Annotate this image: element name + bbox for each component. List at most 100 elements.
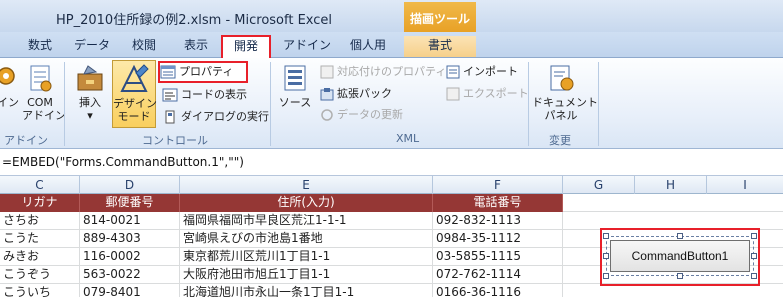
tab-formulas[interactable]: 数式 [22,36,58,57]
document-panel-label-1: ドキュメント [532,96,598,109]
tab-data[interactable]: データ [68,36,116,57]
column-header-i[interactable]: I [707,176,783,194]
design-mode-button[interactable]: デザイン モード [112,60,157,128]
design-mode-icon [120,64,149,92]
refresh-data-label: データの更新 [337,108,403,121]
resize-handle[interactable] [751,253,757,259]
export-button[interactable]: エクスポート [446,85,529,103]
header-cell[interactable]: 郵便番号 [80,194,180,212]
table-cell[interactable]: 03-5855-1115 [433,248,563,266]
table-cell[interactable]: こうた [0,230,80,248]
table-cell[interactable]: さちお [0,212,80,230]
import-icon [446,65,460,79]
addins-button[interactable]: イン [0,62,20,109]
table-cell[interactable]: 大阪府池田市旭丘1丁目1-1 [180,266,433,284]
run-dialog-button[interactable]: ダイアログの実行 [162,108,269,126]
column-header-d[interactable]: D [80,176,180,194]
com-addins-button[interactable]: COM アドイン [22,62,66,122]
modify-group-label: 変更 [549,134,571,147]
group-separator [270,62,271,146]
document-panel-icon [550,65,574,91]
com-addins-icon [30,65,52,92]
table-cell[interactable]: 0166-36-1116 [433,284,563,297]
insert-control-button[interactable]: 挿入 ▾ [70,62,110,122]
tab-format[interactable]: 書式 [404,36,476,57]
expansion-packs-button[interactable]: 拡張パック [320,85,392,103]
resize-handle[interactable] [677,273,683,279]
table-cell[interactable]: こうぞう [0,266,80,284]
addins-label: イン [0,96,19,109]
column-header-f[interactable]: F [433,176,563,194]
properties-icon [160,65,176,79]
view-code-button[interactable]: コードの表示 [162,86,247,104]
resize-handle[interactable] [603,273,609,279]
view-code-icon [162,88,178,102]
insert-label: 挿入 [79,96,101,109]
xml-source-icon [284,65,306,91]
table-cell[interactable]: 092-832-1113 [433,212,563,230]
properties-label: プロパティ [179,65,234,78]
formula-text[interactable]: =EMBED("Forms.CommandButton.1","") [2,155,244,169]
table-cell[interactable]: 北海道旭川市永山一条1丁目1-1 [180,284,433,297]
formula-bar[interactable]: =EMBED("Forms.CommandButton.1","") [0,149,783,176]
addins-group-label: アドイン [4,134,48,147]
source-label: ソース [278,96,312,109]
header-cell[interactable]: リガナ [0,194,80,212]
resize-handle[interactable] [751,233,757,239]
design-label-2: モード [117,110,151,123]
document-panel-button[interactable]: ドキュメント パネル [532,62,598,122]
group-separator [528,62,529,146]
tab-personal[interactable]: 個人用 [344,36,392,57]
table-cell[interactable]: 814-0021 [80,212,180,230]
xml-group-label: XML [396,132,420,145]
com-label-1: COM [27,96,53,109]
com-label-2: アドイン [22,109,66,122]
resize-handle[interactable] [603,253,609,259]
tab-view[interactable]: 表示 [176,36,216,57]
tab-review[interactable]: 校閲 [124,36,164,57]
properties-button[interactable]: プロパティ [158,61,248,83]
table-cell[interactable]: 889-4303 [80,230,180,248]
chevron-down-icon: ▾ [87,109,93,122]
resize-handle[interactable] [751,273,757,279]
table-cell[interactable]: 福岡県福岡市早良区荒江1-1-1 [180,212,433,230]
refresh-data-button[interactable]: データの更新 [320,106,403,124]
header-cell[interactable]: 電話番号 [433,194,563,212]
table-cell[interactable]: 東京都荒川区荒川1丁目1-1 [180,248,433,266]
expansion-packs-icon [320,88,334,101]
resize-handle[interactable] [603,233,609,239]
export-icon [446,87,460,101]
table-cell[interactable]: 072-762-1114 [433,266,563,284]
column-header-c[interactable]: C [0,176,80,194]
column-header-h[interactable]: H [635,176,707,194]
table-cell[interactable]: 0984-35-1112 [433,230,563,248]
import-button[interactable]: インポート [446,63,518,81]
column-header-g[interactable]: G [563,176,635,194]
column-headers: C D E F G H I [0,176,783,194]
import-label: インポート [463,65,518,78]
table-cell[interactable]: みきお [0,248,80,266]
map-properties-button[interactable]: 対応付けのプロパティ [320,63,446,81]
drawing-tools-context-tab[interactable]: 描画ツール [404,2,476,32]
table-cell[interactable]: 563-0022 [80,266,180,284]
table-cell[interactable]: こういち [0,284,80,297]
table-cell[interactable]: 079-8401 [80,284,180,297]
column-header-e[interactable]: E [180,176,433,194]
tab-developer[interactable]: 開発 [221,35,271,60]
source-button[interactable]: ソース [276,62,314,109]
ribbon: イン COM アドイン アドイン 挿入 ▾ デザイン モード プロパティ コード… [0,58,783,149]
table-cell[interactable]: 116-0002 [80,248,180,266]
toolbox-icon [77,65,103,91]
command-button[interactable]: CommandButton1 [610,240,750,272]
controls-group-label: コントロール [142,134,208,147]
header-cell[interactable]: 住所(入力) [180,194,433,212]
window-title: HP_2010住所録の例2.xlsm - Microsoft Excel [56,13,333,28]
run-dialog-icon [165,110,175,124]
tab-addins[interactable]: アドイン [280,36,334,57]
view-code-label: コードの表示 [181,88,247,101]
group-separator [598,62,599,146]
resize-handle[interactable] [677,233,683,239]
table-cell[interactable]: 宮崎県えびの市池島1番地 [180,230,433,248]
map-properties-icon [320,65,334,79]
refresh-icon [321,109,333,121]
